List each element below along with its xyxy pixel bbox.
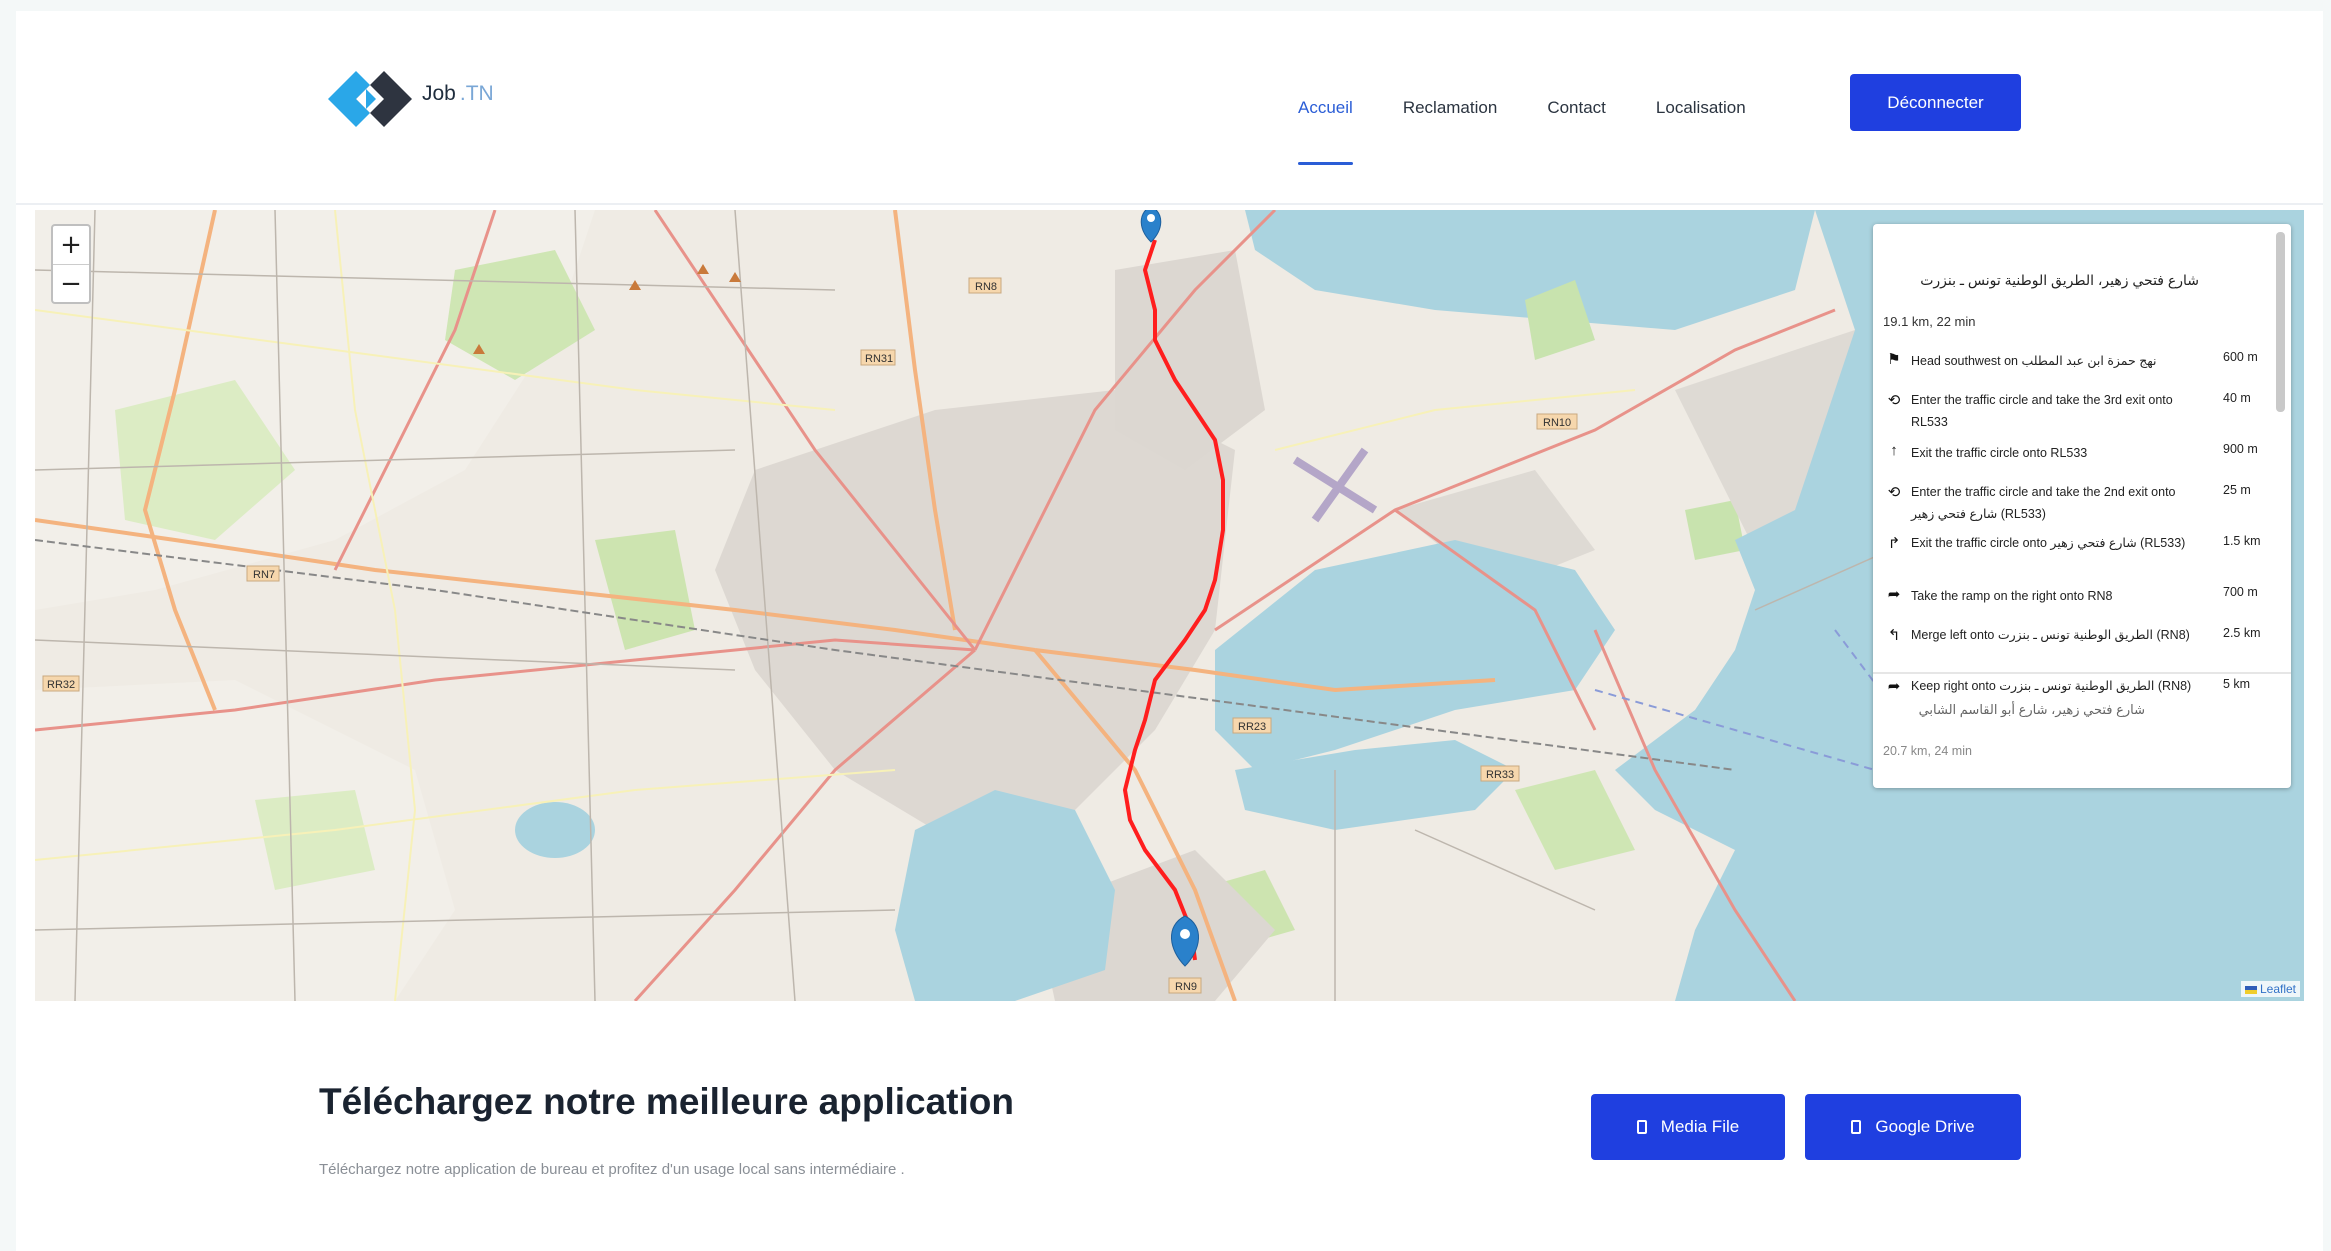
logo-name: Job [422, 82, 456, 105]
instruction-text: Enter the traffic circle and take the 2n… [1911, 485, 2176, 521]
instruction-text: Exit the traffic circle onto RL533 [1911, 446, 2088, 460]
zoom-control: + − [51, 224, 91, 304]
instruction-row[interactable]: ↱ Exit the traffic circle onto شارع فتحي… [1883, 526, 2263, 577]
ukraine-flag-icon [2244, 985, 2257, 994]
instruction-distance: 700 m [2223, 585, 2258, 599]
instruction-scrollbar[interactable] [2276, 232, 2285, 412]
instruction-distance: 5 km [2223, 677, 2251, 691]
logo[interactable]: Job .TN [326, 59, 526, 139]
routing-panel[interactable]: شارع فتحي زهير، الطريق الوطنية تونس ـ بن… [1873, 224, 2291, 788]
instruction-row[interactable]: ↰ Merge left onto الطريق الوطنية تونس ـ … [1883, 618, 2263, 669]
road-label-rr32: RR32 [47, 679, 75, 691]
instruction-distance: 900 m [2223, 442, 2258, 456]
main-nav: Accueil Reclamation Contact Localisation [1298, 11, 1796, 205]
google-drive-button[interactable]: Google Drive [1805, 1094, 2021, 1160]
instruction-text: Exit the traffic circle onto شارع فتحي ز… [1911, 536, 2186, 550]
road-label-rn7: RN7 [253, 569, 275, 581]
zoom-out-button[interactable]: − [53, 264, 89, 302]
exit-roundabout-icon: ↑ [1890, 442, 1898, 459]
route-summary: 19.1 km, 22 min [1883, 314, 1976, 329]
instruction-distance: 2.5 km [2223, 626, 2261, 640]
ramp-right-icon: ➦ [1887, 586, 1901, 603]
map-attribution[interactable]: Leaflet [2240, 981, 2300, 997]
keep-right-icon: ➦ [1887, 678, 1901, 695]
road-label-rr23: RR23 [1238, 721, 1266, 733]
instruction-row[interactable]: ➦ Take the ramp on the right onto RN8 70… [1883, 577, 2263, 618]
turn-right-icon: ↱ [1887, 535, 1901, 552]
road-label-rn9: RN9 [1175, 981, 1197, 993]
route-title: شارع فتحي زهير، الطريق الوطنية تونس ـ بن… [1920, 272, 2199, 288]
instruction-row[interactable]: ⟲ Enter the traffic circle and take the … [1883, 383, 2263, 434]
media-file-label: Media File [1660, 1117, 1740, 1136]
alternative-route-summary: 20.7 km, 24 min [1883, 744, 1972, 758]
instruction-text: Take the ramp on the right onto RN8 [1911, 589, 2113, 603]
instruction-text: Merge left onto الطريق الوطنية تونس ـ بن… [1911, 628, 2190, 642]
instruction-distance: 600 m [2223, 350, 2258, 364]
instruction-text: Keep right onto الطريق الوطنية تونس ـ بن… [1911, 679, 2192, 693]
alternative-route-title[interactable]: شارع فتحي زهير، شارع أبو القاسم الشابي [1919, 702, 2145, 718]
map[interactable]: RN8 RN31 RN7 RR32 RN10 RR23 RR33 RN9 + −… [35, 210, 2304, 1001]
attribution-link[interactable]: Leaflet [2260, 982, 2296, 996]
zoom-in-button[interactable]: + [53, 226, 89, 264]
instruction-list: ⚑ Head southwest on نهج حمزة ابن عبد الم… [1883, 342, 2263, 720]
road-label-rn8: RN8 [975, 281, 997, 293]
depart-icon: ⚑ [1887, 351, 1901, 368]
instruction-row[interactable]: ⚑ Head southwest on نهج حمزة ابن عبد الم… [1883, 342, 2263, 383]
roundabout-icon: ⟲ [1887, 392, 1901, 409]
instruction-row[interactable]: ⟲ Enter the traffic circle and take the … [1883, 475, 2263, 526]
instruction-distance: 1.5 km [2223, 534, 2261, 548]
instruction-row[interactable]: ↑ Exit the traffic circle onto RL533 900… [1883, 434, 2263, 475]
header: Job .TN Accueil Reclamation Contact Local… [16, 11, 2323, 205]
instruction-distance: 40 m [2223, 391, 2251, 405]
file-icon [1636, 1120, 1647, 1134]
logo-icon [328, 71, 412, 127]
nav-reclamation[interactable]: Reclamation [1403, 11, 1498, 205]
road-label-rr33: RR33 [1486, 769, 1514, 781]
file-icon [1851, 1120, 1862, 1134]
road-label-rn31: RN31 [865, 353, 893, 365]
nav-contact[interactable]: Contact [1547, 11, 1606, 205]
page: Job .TN Accueil Reclamation Contact Local… [16, 11, 2323, 1251]
merge-left-icon: ↰ [1887, 627, 1901, 644]
instruction-text: Head southwest on نهج حمزة ابن عبد المطل… [1911, 354, 2157, 368]
instruction-distance: 25 m [2223, 483, 2251, 497]
media-file-button[interactable]: Media File [1591, 1094, 1785, 1160]
logo-text: Job .TN [422, 82, 494, 106]
download-subtitle: Téléchargez notre application de bureau … [319, 1161, 905, 1178]
roundabout-icon: ⟲ [1887, 484, 1901, 501]
road-label-rn10: RN10 [1543, 417, 1571, 429]
nav-accueil[interactable]: Accueil [1298, 11, 1353, 205]
panel-divider [1873, 672, 2291, 674]
logo-suffix: .TN [459, 82, 494, 105]
instruction-text: Enter the traffic circle and take the 3r… [1911, 393, 2173, 429]
nav-localisation[interactable]: Localisation [1656, 11, 1746, 205]
download-title: Téléchargez notre meilleure application [319, 1081, 1014, 1122]
google-drive-label: Google Drive [1875, 1117, 1975, 1136]
logout-button[interactable]: Déconnecter [1850, 74, 2021, 131]
